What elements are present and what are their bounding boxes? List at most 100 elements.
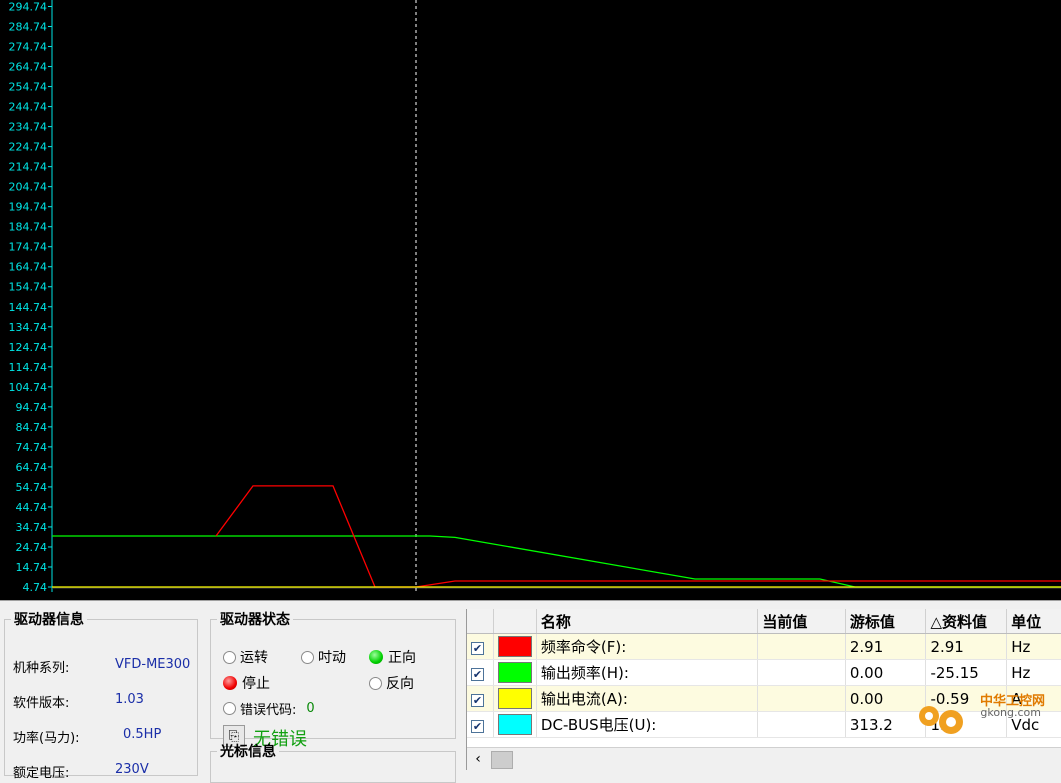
- table-row[interactable]: ✔ DC-BUS电压(U): 313.2 1.9 Vdc: [467, 711, 1061, 738]
- y-tick-label: 94.74: [16, 401, 48, 414]
- table-row[interactable]: ✔ 频率命令(F): 2.91 2.91 Hz: [467, 633, 1061, 660]
- status-forward: 正向: [369, 647, 416, 667]
- color-swatch[interactable]: [497, 662, 532, 683]
- color-swatch[interactable]: [497, 688, 532, 709]
- reverse-label: 反向: [386, 676, 414, 692]
- y-tick-label: 4.74: [23, 581, 48, 594]
- oscilloscope-chart[interactable]: 4.74 14.74 24.74 34.74 44.74 54.74 64.74 74.74 8…: [0, 0, 1061, 600]
- y-tick-label: 164.74: [9, 261, 48, 274]
- table-header-row: 名称 当前值 游标值 △资料值 单位: [467, 609, 1061, 634]
- y-tick-label: 134.74: [9, 321, 48, 334]
- row-color-cell: [493, 659, 537, 686]
- channel-delta: -0.59: [925, 685, 1008, 712]
- voltage-value: 230V: [115, 762, 149, 777]
- y-tick-label: 54.74: [16, 481, 48, 494]
- drive-status-group: 驱动器状态 运转 吋动 正向 停止 反向 错误代码: 0 ⎘ 无错误: [210, 609, 456, 750]
- channel-delta: 2.91: [925, 633, 1008, 660]
- run-label: 运转: [240, 650, 268, 666]
- channel-name: 输出电流(A):: [536, 685, 759, 712]
- header-check: [467, 609, 494, 634]
- y-tick-label: 184.74: [9, 221, 48, 234]
- jog-label: 吋动: [318, 650, 346, 666]
- y-tick-label: 294.74: [9, 1, 48, 14]
- scroll-left-icon[interactable]: ‹: [469, 750, 487, 768]
- header-delta[interactable]: △资料值: [925, 609, 1008, 634]
- error-code-value: 0: [306, 701, 315, 716]
- channel-cursor: 313.2: [845, 711, 927, 738]
- cursor-info-title: 光标信息: [220, 744, 276, 760]
- channel-current: [757, 685, 846, 712]
- y-tick-label: 264.74: [9, 61, 48, 74]
- y-tick-label: 254.74: [9, 81, 48, 94]
- channel-delta: -25.15: [925, 659, 1008, 686]
- channel-current: [757, 633, 846, 660]
- channel-cursor: 2.91: [845, 633, 927, 660]
- drive-info-title: 驱动器信息: [14, 612, 84, 628]
- channel-name: 输出频率(H):: [536, 659, 759, 686]
- channel-table: 名称 当前值 游标值 △资料值 单位 ✔ 频率命令(F): 2.91 2.91 …: [466, 609, 1061, 770]
- y-tick-label: 154.74: [9, 281, 48, 294]
- y-tick-label: 274.74: [9, 41, 48, 54]
- color-swatch[interactable]: [497, 636, 532, 657]
- error-code-radio-icon: [223, 702, 236, 715]
- firmware-label: 软件版本:: [13, 696, 70, 711]
- checkbox-checked-icon[interactable]: ✔: [471, 693, 484, 707]
- model-value: VFD-ME300: [115, 657, 191, 672]
- checkbox-checked-icon[interactable]: ✔: [471, 641, 484, 655]
- y-tick-label: 14.74: [16, 561, 48, 574]
- y-tick-label: 214.74: [9, 161, 48, 174]
- channel-grid: 名称 当前值 游标值 △资料值 单位 ✔ 频率命令(F): 2.91 2.91 …: [467, 609, 1061, 738]
- power-value: 0.5HP: [123, 727, 162, 742]
- status-run[interactable]: 运转: [223, 647, 268, 667]
- y-tick-label: 204.74: [9, 181, 48, 194]
- row-check-cell: ✔: [467, 659, 494, 686]
- header-unit[interactable]: 单位: [1006, 609, 1061, 634]
- status-jog[interactable]: 吋动: [301, 647, 346, 667]
- drive-info-group: 驱动器信息 机种系列: VFD-ME300 软件版本: 1.03 功率(马力):…: [4, 609, 198, 781]
- table-row[interactable]: ✔ 输出电流(A): 0.00 -0.59 A: [467, 685, 1061, 712]
- bottom-panel: 驱动器信息 机种系列: VFD-ME300 软件版本: 1.03 功率(马力):…: [0, 600, 1061, 783]
- status-reverse[interactable]: 反向: [369, 673, 414, 693]
- channel-unit: A: [1006, 685, 1061, 712]
- y-tick-label: 174.74: [9, 241, 48, 254]
- channel-name: 频率命令(F):: [536, 633, 759, 660]
- header-cursor[interactable]: 游标值: [845, 609, 927, 634]
- y-tick-label: 224.74: [9, 141, 48, 154]
- channel-unit: Hz: [1006, 633, 1061, 660]
- horizontal-scrollbar[interactable]: ‹: [467, 747, 1061, 770]
- error-code-label: 错误代码:: [240, 703, 297, 718]
- header-current[interactable]: 当前值: [757, 609, 846, 634]
- header-name[interactable]: 名称: [536, 609, 759, 634]
- stop-label: 停止: [242, 676, 270, 692]
- header-color: [493, 609, 537, 634]
- series-line: [52, 535, 1061, 588]
- reverse-radio-icon: [369, 676, 382, 690]
- y-tick-label: 284.74: [9, 21, 48, 34]
- scroll-thumb[interactable]: [491, 751, 513, 769]
- checkbox-checked-icon[interactable]: ✔: [471, 667, 484, 681]
- table-row[interactable]: ✔ 输出频率(H): 0.00 -25.15 Hz: [467, 659, 1061, 686]
- row-check-cell: ✔: [467, 633, 494, 660]
- channel-cursor: 0.00: [845, 685, 927, 712]
- channel-name: DC-BUS电压(U):: [536, 711, 759, 738]
- y-tick-label: 194.74: [9, 201, 48, 214]
- checkbox-checked-icon[interactable]: ✔: [471, 719, 484, 733]
- channel-delta: 1.9: [925, 711, 1008, 738]
- y-tick-label: 34.74: [16, 521, 48, 534]
- jog-radio-icon: [301, 650, 314, 664]
- stop-led-icon: [223, 676, 237, 690]
- firmware-value: 1.03: [115, 692, 144, 707]
- row-color-cell: [493, 711, 537, 738]
- run-radio-icon: [223, 650, 236, 664]
- channel-unit: Hz: [1006, 659, 1061, 686]
- y-tick-label: 124.74: [9, 341, 48, 354]
- color-swatch[interactable]: [497, 714, 532, 735]
- y-tick-label: 234.74: [9, 121, 48, 134]
- y-tick-label: 74.74: [16, 441, 48, 454]
- status-error-code[interactable]: 错误代码: 0: [223, 699, 315, 718]
- cursor-info-group: 光标信息: [210, 741, 456, 783]
- status-stop: 停止: [223, 673, 270, 693]
- row-color-cell: [493, 633, 537, 660]
- y-tick-label: 64.74: [16, 461, 48, 474]
- y-tick-label: 84.74: [16, 421, 48, 434]
